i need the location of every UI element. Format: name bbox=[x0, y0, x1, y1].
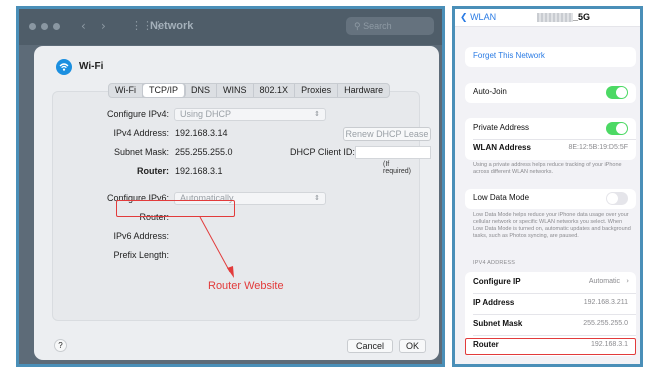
chevron-right-icon: › bbox=[626, 277, 629, 285]
ok-button[interactable]: OK bbox=[399, 339, 426, 353]
forget-network-card: Forget This Network bbox=[465, 47, 636, 67]
search-placeholder: Search bbox=[363, 21, 392, 31]
minimize-window-button[interactable] bbox=[41, 23, 48, 30]
auto-join-toggle[interactable] bbox=[606, 86, 628, 99]
auto-join-card: Auto-Join bbox=[465, 83, 636, 103]
wifi-settings-sheet: Wi-Fi Configure IPv4: Using DHCP ⇕ IPv4 … bbox=[34, 46, 439, 360]
search-input[interactable]: ⚲ Search bbox=[346, 17, 434, 35]
close-window-button[interactable] bbox=[29, 23, 36, 30]
ip-address-label: IP Address bbox=[473, 298, 515, 307]
private-address-note: Using a private address helps reduce tra… bbox=[473, 162, 622, 175]
annotation-arrow bbox=[199, 216, 234, 278]
low-data-mode-label: Low Data Mode bbox=[473, 193, 530, 202]
ipv4-section-header: IPV4 ADDRESS bbox=[473, 260, 516, 266]
zoom-window-button[interactable] bbox=[53, 23, 60, 30]
subnet-mask-row: Subnet Mask 255.255.255.0 bbox=[465, 315, 636, 335]
private-address-toggle[interactable] bbox=[606, 122, 628, 135]
configure-ip-label: Configure IP bbox=[473, 277, 521, 286]
private-address-label: Private Address bbox=[473, 123, 530, 132]
back-label: WLAN bbox=[470, 12, 497, 22]
private-address-row: Private Address bbox=[465, 119, 636, 139]
chevron-right-icon[interactable]: › bbox=[101, 19, 106, 33]
configure-ip-value: Automatic bbox=[588, 278, 620, 285]
help-button[interactable]: ? bbox=[54, 339, 67, 352]
forget-network-link[interactable]: Forget This Network bbox=[473, 51, 545, 60]
ip-address-value: 192.168.3.211 bbox=[583, 299, 628, 306]
network-name: _5G bbox=[573, 12, 591, 22]
router-highlight-box bbox=[465, 338, 636, 355]
ip-address-row: IP Address 192.168.3.211 bbox=[465, 294, 636, 314]
forget-network-row[interactable]: Forget This Network bbox=[465, 47, 636, 67]
low-data-mode-card: Low Data Mode bbox=[465, 189, 636, 209]
cancel-button[interactable]: Cancel bbox=[347, 339, 393, 353]
low-data-mode-toggle[interactable] bbox=[606, 192, 628, 205]
ios-wlan-screen: ❮ WLAN _5G Forget This Network Auto-Join… bbox=[452, 6, 643, 367]
auto-join-row: Auto-Join bbox=[465, 83, 636, 103]
mac-titlebar: ‹ › ⋮⋮⋮ Network ⚲ Search bbox=[19, 9, 442, 45]
auto-join-label: Auto-Join bbox=[473, 87, 507, 96]
back-button[interactable]: ❮ WLAN bbox=[460, 12, 496, 23]
private-address-card: Private Address WLAN Address 8E:12:5B:19… bbox=[465, 118, 636, 160]
wlan-address-row: WLAN Address 8E:12:5B:19:D5:5F bbox=[465, 139, 636, 159]
configure-ip-row[interactable]: Configure IP Automatic › bbox=[465, 273, 636, 293]
low-data-mode-note: Low Data Mode helps reduce your iPhone d… bbox=[473, 212, 631, 239]
router-website-annotation: Router Website bbox=[208, 280, 284, 292]
wlan-address-value: 8E:12:5B:19:D5:5F bbox=[568, 144, 628, 151]
ios-nav-bar: ❮ WLAN _5G bbox=[455, 9, 640, 27]
chevron-left-icon[interactable]: ‹ bbox=[81, 19, 86, 33]
search-icon: ⚲ bbox=[354, 21, 361, 31]
chevron-left-icon: ❮ bbox=[460, 13, 468, 23]
window-title: Network bbox=[150, 20, 194, 32]
subnet-mask-label: Subnet Mask bbox=[473, 319, 523, 328]
mac-network-window: ‹ › ⋮⋮⋮ Network ⚲ Search Wi-Fi Configure… bbox=[16, 6, 445, 367]
ssid-redacted bbox=[537, 13, 573, 22]
wlan-address-label: WLAN Address bbox=[473, 143, 531, 152]
low-data-mode-row: Low Data Mode bbox=[465, 189, 636, 209]
subnet-mask-value: 255.255.255.0 bbox=[583, 320, 628, 327]
